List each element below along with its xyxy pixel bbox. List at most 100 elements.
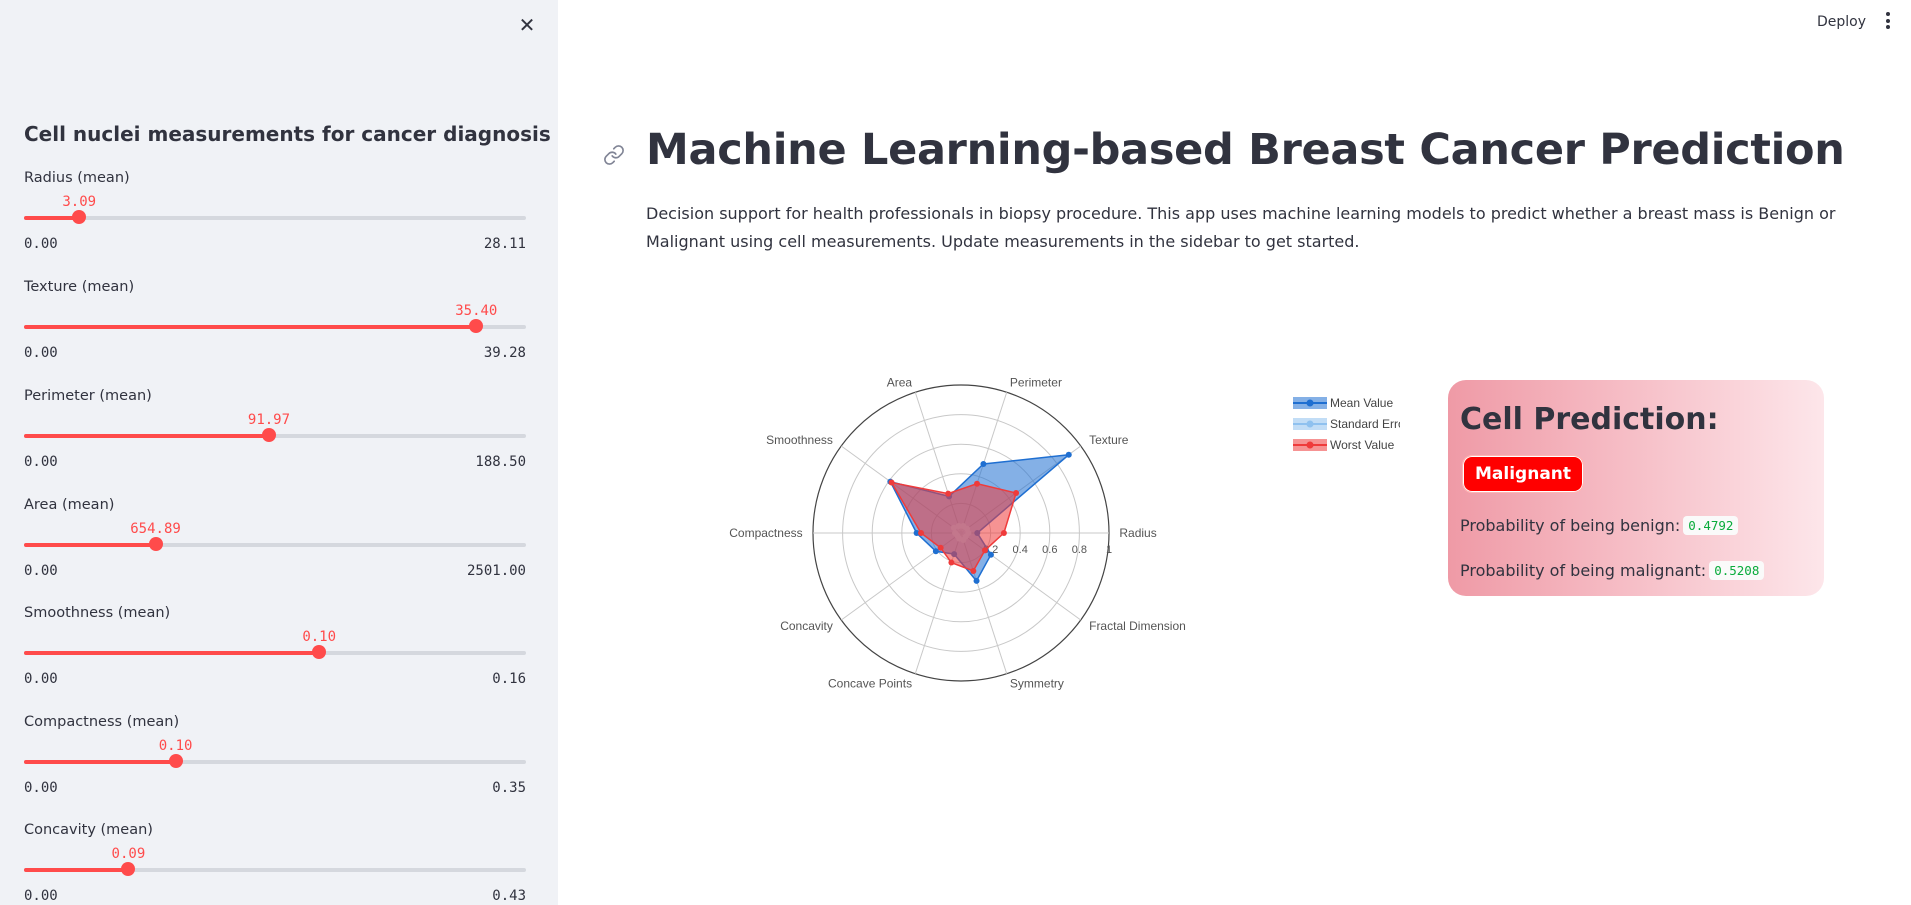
slider-thumb[interactable] [312, 645, 327, 659]
slider-min: 0.00 [24, 780, 58, 796]
slider-fill [24, 868, 129, 872]
slider-fill [24, 543, 156, 547]
prediction-badge: Malignant [1462, 455, 1585, 493]
radar-axis-label: Symmetry [1010, 677, 1064, 691]
slider-max: 0.43 [492, 888, 526, 904]
slider-max: 188.50 [475, 454, 526, 470]
slider-label: Radius (mean) [24, 170, 130, 186]
slider-thumb[interactable] [72, 210, 87, 224]
slider-thumb[interactable] [121, 862, 136, 876]
slider-max: 39.28 [483, 345, 526, 361]
radar-tick-label: 0.4 [1013, 544, 1028, 556]
radar-axis-label: Perimeter [1010, 375, 1062, 389]
radar-axis-label: Concavity [780, 619, 833, 633]
radar-tick-label: 0.6 [1042, 544, 1057, 556]
radar-point [987, 551, 994, 558]
slider-max: 0.35 [492, 780, 526, 796]
page-title: Machine Learning-based Breast Cancer Pre… [646, 125, 1845, 175]
slider-label: Perimeter (mean) [24, 388, 152, 404]
sidebar: ✕ Cell nuclei measurements for cancer di… [0, 0, 558, 905]
slider-max: 28.11 [483, 236, 526, 252]
slider-fill [24, 760, 176, 764]
radar-point [981, 547, 988, 554]
slider-fill [24, 651, 320, 655]
radar-point [932, 548, 939, 555]
radar-point [1000, 530, 1007, 536]
slider-fill [24, 325, 477, 329]
legend-marker [1306, 420, 1314, 428]
slider-value: 3.09 [62, 194, 97, 210]
radar-point [948, 559, 955, 566]
slider-max: 0.16 [492, 671, 526, 687]
slider-thumb[interactable] [469, 319, 484, 333]
slider[interactable]: Compactness (mean) 0.10 0.00 0.35 [24, 714, 526, 822]
malignant-probability: Probability of being malignant: 0.5208 [1460, 561, 1765, 580]
slider-thumb[interactable] [168, 754, 183, 768]
close-icon[interactable]: ✕ [516, 14, 538, 36]
prediction-title: Cell Prediction: [1460, 402, 1719, 437]
radar-point [888, 479, 895, 486]
slider-value: 35.40 [455, 303, 498, 319]
benign-probability: Probability of being benign: 0.4792 [1460, 516, 1739, 535]
slider-thumb[interactable] [261, 428, 276, 442]
slider-max: 2501.00 [466, 563, 526, 579]
slider-value: 91.97 [247, 412, 291, 428]
deploy-button[interactable]: Deploy [1817, 14, 1866, 30]
radar-series-area [890, 481, 1018, 572]
more-vertical-icon[interactable] [1884, 12, 1892, 32]
slider-track[interactable] [24, 754, 526, 768]
link-icon[interactable] [603, 144, 625, 166]
slider-track[interactable] [24, 645, 526, 659]
slider[interactable]: Smoothness (mean) 0.10 0.00 0.16 [24, 605, 526, 713]
radar-axis-label: Texture [1089, 433, 1129, 447]
slider[interactable]: Perimeter (mean) 91.97 0.00 188.50 [24, 388, 526, 496]
slider-label: Texture (mean) [24, 279, 135, 295]
radar-point [1013, 489, 1020, 496]
radar-point [918, 530, 925, 536]
radar-point [1065, 451, 1072, 458]
page-description: Decision support for health professional… [646, 204, 1836, 251]
slider-min: 0.00 [24, 345, 58, 361]
slider-value: 0.10 [158, 738, 193, 754]
slider[interactable]: Radius (mean) 3.09 0.00 28.11 [24, 170, 526, 278]
slider-min: 0.00 [24, 563, 58, 579]
app-root: ✕ Cell nuclei measurements for cancer di… [0, 0, 1911, 905]
radar-point [973, 577, 980, 584]
legend-marker [1306, 441, 1314, 449]
slider-track[interactable] [24, 210, 526, 224]
radar-axis-label: Area [887, 375, 913, 389]
malignant-probability-value: 0.5208 [1709, 561, 1765, 580]
malignant-probability-label: Probability of being malignant: [1460, 561, 1707, 580]
radar-axis-label: Fractal Dimension [1089, 619, 1186, 633]
sidebar-title: Cell nuclei measurements for cancer diag… [24, 122, 551, 146]
slider[interactable]: Concavity (mean) 0.09 0.00 0.43 [24, 822, 526, 905]
slider-label: Area (mean) [24, 497, 115, 513]
benign-probability-value: 0.4792 [1683, 516, 1739, 535]
slider-label: Concavity (mean) [24, 822, 153, 838]
slider-track[interactable] [24, 537, 526, 551]
slider-min: 0.00 [24, 888, 58, 904]
radar-point [937, 544, 944, 551]
slider-label: Smoothness (mean) [24, 605, 171, 621]
radar-point [945, 490, 952, 497]
slider[interactable]: Area (mean) 654.89 0.00 2501.00 [24, 497, 526, 605]
radar-tick-label: 1 [1106, 544, 1112, 556]
slider-min: 0.00 [24, 671, 58, 687]
legend-label: Mean Value [1330, 396, 1393, 410]
slider-value: 0.09 [111, 846, 146, 862]
slider-value: 654.89 [130, 521, 181, 537]
prediction-card: Cell Prediction: Malignant Probability o… [1448, 380, 1824, 596]
legend-label: Worst Value [1330, 438, 1395, 452]
radar-axis-label: Concave Points [828, 677, 912, 691]
slider-track[interactable] [24, 428, 526, 442]
slider-track[interactable] [24, 862, 526, 876]
slider-min: 0.00 [24, 454, 58, 470]
slider-thumb[interactable] [148, 537, 163, 551]
radar-chart: Radius Texture Perimeter Area Smoothness Comp… [700, 340, 1400, 720]
radar-chart-svg: Radius Texture Perimeter Area Smoothness Comp… [729, 375, 1400, 691]
radar-point [980, 461, 987, 468]
slider-label: Compactness (mean) [24, 714, 180, 730]
slider-value: 0.10 [302, 629, 337, 645]
slider-track[interactable] [24, 319, 526, 333]
slider[interactable]: Texture (mean) 35.40 0.00 39.28 [24, 279, 526, 387]
